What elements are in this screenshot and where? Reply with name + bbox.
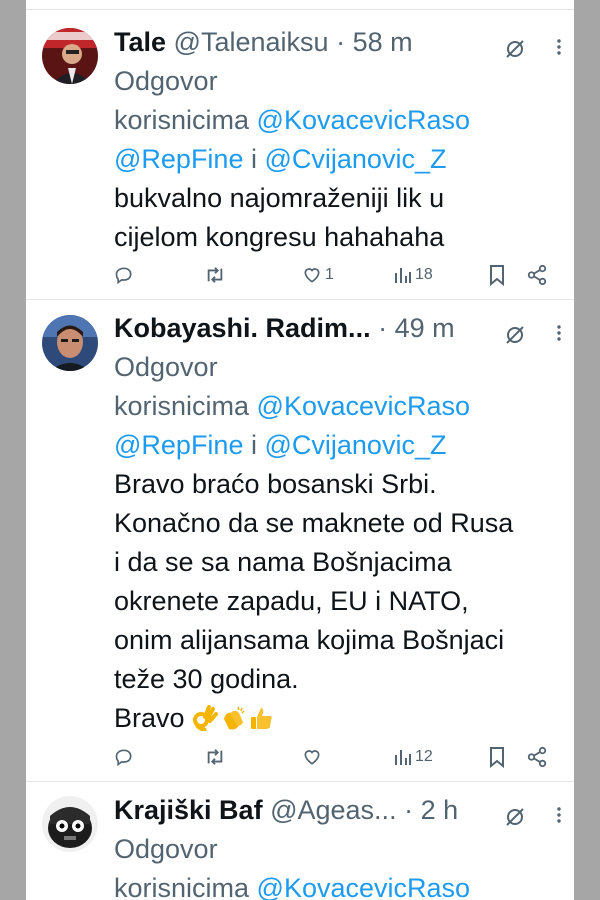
timestamp[interactable]: 2 h [421,795,459,825]
tweet-text-line: onim alijansama kojima Bošnjaci [114,625,505,655]
separator: · [404,795,414,825]
timestamp[interactable]: 58 m [353,27,413,57]
heart-icon [302,265,322,285]
like-count: 1 [325,266,334,283]
avatar[interactable] [42,315,98,371]
tweet-header: Tale @Talenaiksu · 58 m [114,22,566,62]
reply-context-word: korisnicima [114,873,250,900]
reply-context-conj: i [250,144,257,174]
tweet-text-line: Bravo braćo bosanski Srbi. [114,469,437,499]
tweet-text-line: Konačno da se maknete od Rusa [114,508,514,538]
views-icon [394,265,412,285]
tweet-text-last-line: Bravo [114,699,566,738]
grok-icon[interactable] [504,799,526,826]
author-name[interactable]: Kobayashi. Radim... [114,313,371,343]
tweet-text-line: teže 30 godina. [114,664,299,694]
timestamp[interactable]: 49 m [395,313,455,343]
share-button[interactable] [526,742,548,772]
views-count: 18 [415,266,433,283]
timeline: Tale @Talenaiksu · 58 m Odgovor korisnic… [26,0,574,900]
more-icon[interactable] [554,316,564,341]
reply-context-word: korisnicima [114,105,250,135]
more-icon[interactable] [554,30,564,55]
tweet[interactable]: Tale @Talenaiksu · 58 m Odgovor korisnic… [26,10,574,300]
mention-link[interactable]: @KovacevicRaso [257,873,471,900]
reply-button[interactable] [114,260,137,290]
reply-context: Odgovor [114,834,218,864]
tweet-text-line: i da se sa nama Bošnjacima [114,547,452,577]
separator: · [378,313,388,343]
mention-link[interactable]: @Cvijanovic_Z [265,430,447,460]
like-button[interactable] [302,742,325,772]
tweet-actions: 12 [26,742,574,772]
mention-link[interactable]: @RepFine [114,144,243,174]
reply-context: Odgovor [114,352,218,382]
author-name[interactable]: Krajiški Baf [114,795,263,825]
tweet-text: Odgovor korisnicima @KovacevicRaso [114,830,566,900]
views-button[interactable]: 12 [394,742,433,772]
heart-icon [302,747,322,767]
tweet-header: Kobayashi. Radim... · 49 m [114,308,566,348]
thumbs-up-emoji [248,703,274,729]
tweet-text-line: cijelom kongresu hahahaha [114,222,445,252]
share-button[interactable] [526,260,548,290]
views-icon [394,747,412,767]
avatar[interactable] [42,28,98,84]
bookmark-icon [488,264,506,286]
tweet-header: Krajiški Baf @Ageas... · 2 h [114,790,566,830]
tweet[interactable]: Krajiški Baf @Ageas... · 2 h Odgovor kor… [26,782,574,900]
tweet-text-line: bukvalno najomraženiji lik u [114,183,445,213]
reply-context-word: korisnicima [114,391,250,421]
tweet[interactable]: Kobayashi. Radim... · 49 m Odgovor koris… [26,300,574,782]
reply-icon [114,265,134,285]
author-handle[interactable]: @Talenaiksu [174,27,329,57]
mention-link[interactable]: @KovacevicRaso [257,391,471,421]
tweet-text: Odgovor korisnicima @KovacevicRaso @RepF… [114,62,566,257]
bookmark-button[interactable] [488,742,506,772]
ok-hand-emoji [192,703,219,733]
more-icon[interactable] [554,798,564,823]
repost-icon [204,265,226,285]
like-button[interactable]: 1 [302,260,334,290]
bookmark-button[interactable] [488,260,506,290]
share-icon [526,746,548,768]
tweet-text-line: okrenete zapadu, EU i NATO, [114,586,469,616]
reply-context-conj: i [250,430,257,460]
mention-link[interactable]: @RepFine [114,430,243,460]
reply-context: Odgovor [114,66,218,96]
repost-button[interactable] [204,260,229,290]
repost-button[interactable] [204,742,229,772]
separator: · [336,27,346,57]
tweet-actions: 1 18 [26,260,574,290]
share-icon [526,264,548,286]
author-name[interactable]: Tale [114,27,166,57]
reply-button[interactable] [114,742,137,772]
tweet-text: Odgovor korisnicima @KovacevicRaso @RepF… [114,348,566,738]
grok-icon[interactable] [504,31,526,58]
views-button[interactable]: 18 [394,260,433,290]
bookmark-icon [488,746,506,768]
views-count: 12 [415,748,433,765]
repost-icon [204,747,226,767]
reply-icon [114,747,134,767]
avatar[interactable] [42,796,98,852]
mention-link[interactable]: @Cvijanovic_Z [265,144,447,174]
mention-link[interactable]: @KovacevicRaso [257,105,471,135]
tweet-text-line: Bravo [114,703,185,733]
author-handle[interactable]: @Ageas... [270,795,396,825]
clapping-hands-emoji [220,703,246,730]
grok-icon[interactable] [504,317,526,344]
